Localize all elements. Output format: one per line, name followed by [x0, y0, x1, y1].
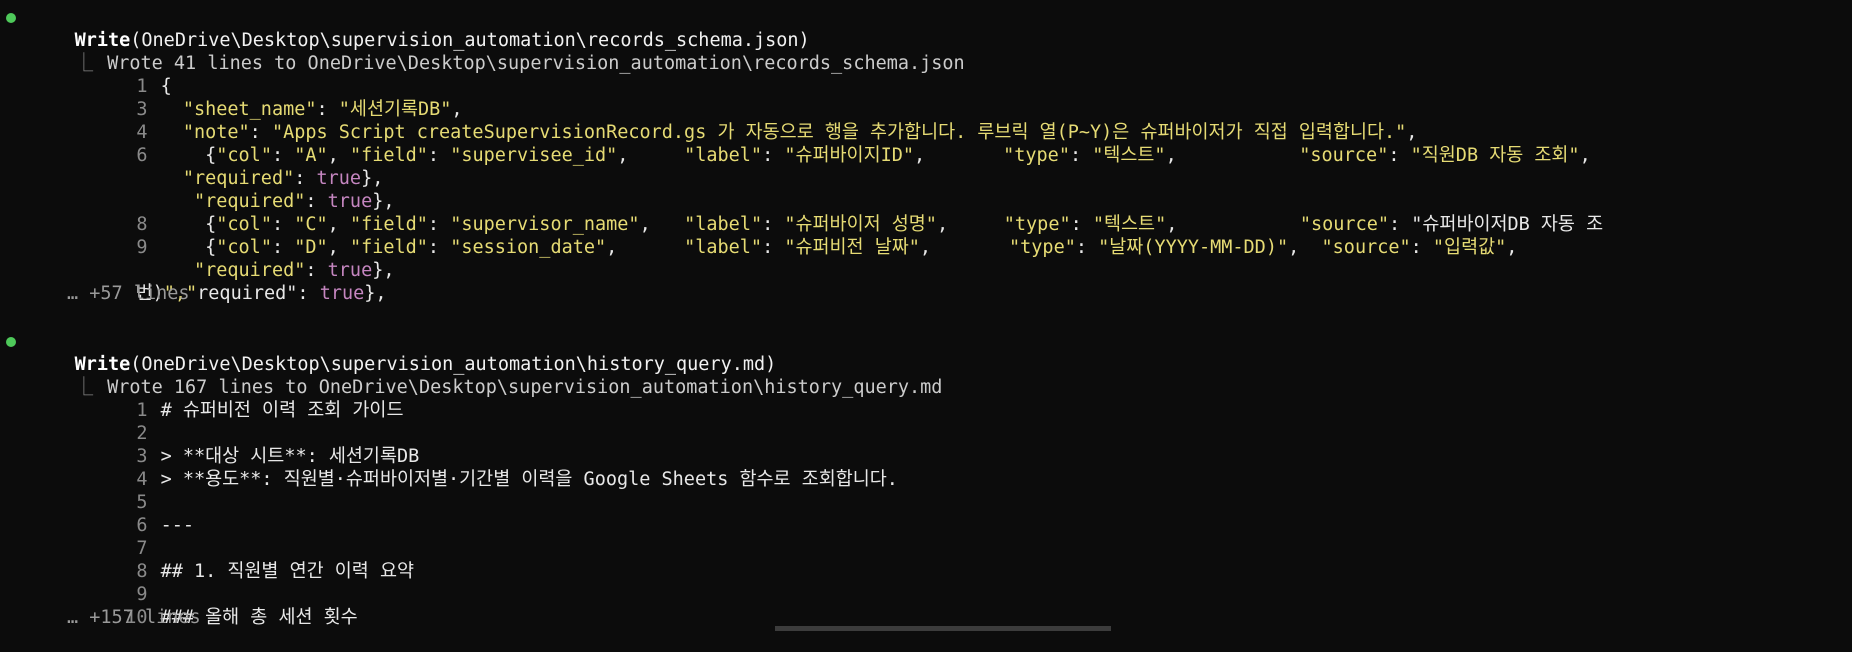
code-line: 1 # 슈퍼비전 이력 조회 가이드: [0, 376, 403, 421]
code-text: # 슈퍼비전 이력 조회 가이드: [160, 400, 404, 421]
tool-result-summary: ⎿ Wrote 41 lines to OneDrive\Desktop\supe…: [0, 29, 965, 74]
status-dot-icon: [6, 337, 16, 347]
code-line: 2: [0, 399, 161, 444]
code-line-wrap: "required": true},: [0, 236, 395, 281]
collapsed-lines-indicator[interactable]: … +57 lines: [0, 282, 190, 305]
code-line: 4 > **용도**: 직원별·슈퍼바이저별·기간별 이력을 Google She…: [0, 445, 898, 490]
result-text: Wrote 41 lines to OneDrive\Desktop\super…: [107, 53, 965, 74]
collapsed-lines-indicator[interactable]: … +157 lines: [0, 606, 201, 629]
tool-call-header: Write(OneDrive\Desktop\supervision_autom…: [0, 6, 810, 51]
code-line: 5: [0, 468, 161, 513]
code-line: 7: [0, 514, 161, 559]
code-line: 3 "sheet_name": "세션기록DB",: [0, 75, 462, 120]
code-line: 8 {"col": "C", "field": "supervisor_name…: [0, 190, 1603, 235]
code-text: ## 1. 직원별 연간 이력 요약: [160, 561, 414, 582]
code-line: 4 "note": "Apps Script createSupervision…: [0, 98, 1417, 143]
tool-result-summary: ⎿ Wrote 167 lines to OneDrive\Desktop\sup…: [0, 353, 943, 398]
code-line: 9: [0, 560, 161, 605]
code-line: 1{: [0, 52, 171, 97]
code-text: ---: [160, 515, 194, 536]
tool-call-header: Write(OneDrive\Desktop\supervision_autom…: [0, 330, 776, 375]
code-line: 9 {"col": "D", "field": "session_date", …: [0, 213, 1517, 258]
code-text: > **용도**: 직원별·슈퍼바이저별·기간별 이력을 Google Shee…: [160, 469, 898, 490]
code-line: 6 ---: [0, 491, 194, 536]
code-line: 3 > **대상 시트**: 세션기록DB: [0, 422, 419, 467]
horizontal-scrollbar-thumb[interactable]: [775, 626, 1111, 631]
code-line-wrap: "required": true},: [0, 144, 384, 189]
code-line: 10 ### 올해 총 세션 횟수: [0, 583, 357, 628]
terminal-window: Write(OneDrive\Desktop\supervision_autom…: [0, 0, 1852, 631]
code-line: 6 {"col": "A", "field": "supervisee_id",…: [0, 121, 1590, 166]
code-line-wrap: 번)","required": true},: [0, 259, 387, 304]
code-line-wrap: "required": true},: [0, 167, 395, 212]
status-dot-icon: [6, 13, 16, 23]
code-line: 8 ## 1. 직원별 연간 이력 요약: [0, 537, 414, 582]
